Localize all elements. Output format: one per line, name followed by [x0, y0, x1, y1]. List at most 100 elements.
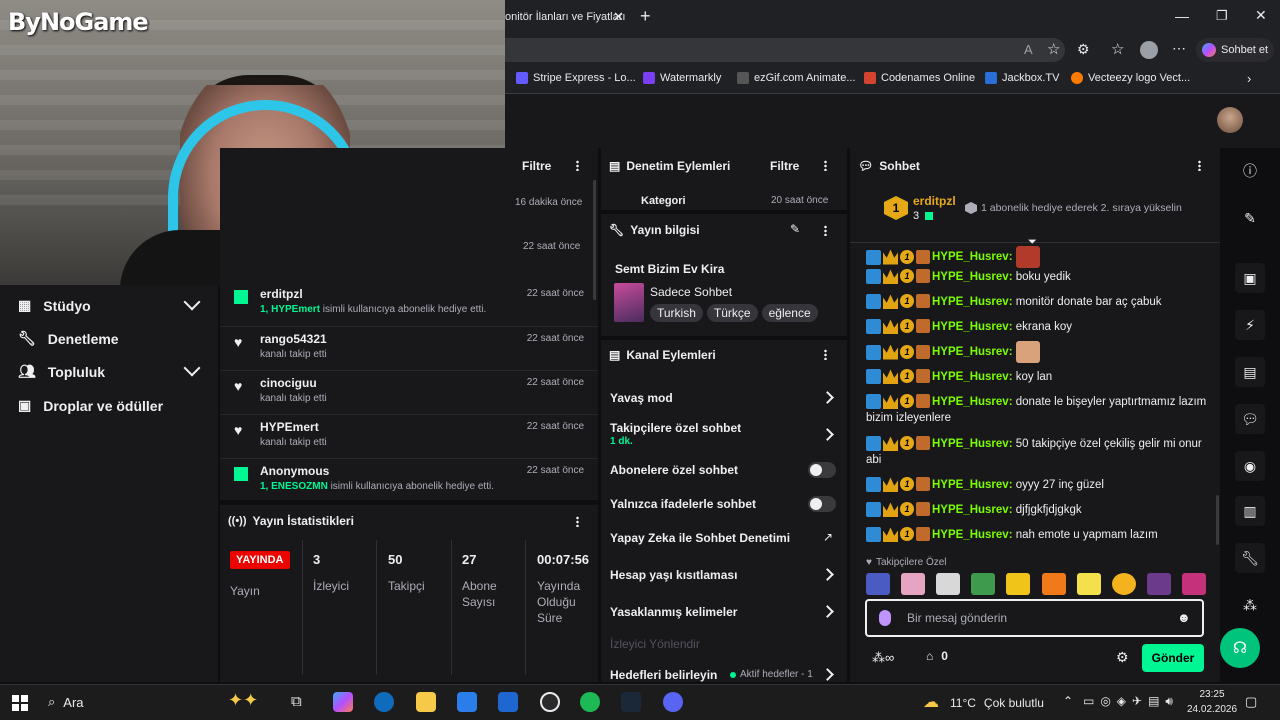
chat-message[interactable]: 1 HYPE_Husrev: monitör donate bar aç çabu…: [866, 294, 1216, 310]
chat-username[interactable]: HYPE_Husrev: [932, 438, 1009, 450]
activity-row[interactable]: ♥ cinociguu kanalı takip etti 22 saat ön…: [220, 370, 598, 414]
chat-message[interactable]: 1 HYPE_Husrev: oyyy 27 inç güzel: [866, 477, 1216, 493]
spotify-icon[interactable]: [580, 692, 600, 712]
emote[interactable]: [971, 573, 996, 595]
chat-message[interactable]: 1 HYPE_Husrev: nah emote u yapmam lazım: [866, 527, 1216, 543]
bookmarks-overflow-icon[interactable]: ›: [1247, 71, 1251, 86]
notifications-icon[interactable]: ▢: [1245, 694, 1257, 710]
browser-tab[interactable]: onitör İlanları ve Fiyatları: [505, 4, 630, 30]
ai-mod-row[interactable]: Yapay Zeka ile Sohbet Denetimi: [610, 531, 790, 545]
store-icon[interactable]: [457, 692, 477, 712]
activity-more-icon[interactable]: [576, 160, 579, 171]
tray-icons[interactable]: ▭◎◈✈▤🔊︎: [1083, 694, 1179, 709]
send-button[interactable]: Gönder: [1142, 644, 1204, 672]
close-window-icon[interactable]: ✕: [1255, 7, 1267, 24]
layout-icon[interactable]: ▥: [1235, 496, 1265, 526]
edit-pencil-icon[interactable]: ✎: [790, 222, 800, 236]
chat-message[interactable]: 1 HYPE_Husrev:: [866, 246, 1216, 268]
weather-widget[interactable]: 11°C Çok bulutlu: [950, 696, 1044, 710]
discord-icon[interactable]: [663, 692, 683, 712]
user-avatar[interactable]: [1217, 107, 1243, 133]
chat-username[interactable]: HYPE_Husrev: [932, 529, 1009, 541]
lightning-icon[interactable]: ⚡︎: [1235, 310, 1265, 340]
wrench-icon[interactable]: 🔧︎: [1235, 543, 1265, 573]
read-aloud-icon[interactable]: A: [1024, 42, 1033, 57]
copilot-app-icon[interactable]: [333, 692, 353, 712]
emote[interactable]: [866, 573, 890, 595]
external-link-icon[interactable]: ↗: [823, 530, 833, 544]
tray-overflow-icon[interactable]: ⌃: [1063, 694, 1073, 708]
nav-drops-rewards[interactable]: ▣ Droplar ve ödüller: [18, 397, 163, 414]
nav-studio[interactable]: ▦ Stüdyo: [18, 297, 91, 314]
activity-row[interactable]: Anonymous 1, ENESOZMN isimli kullanıcıya…: [220, 458, 598, 502]
bookmark-ezgif[interactable]: ezGif.com Animate...: [737, 72, 855, 84]
edge-icon[interactable]: [374, 692, 394, 712]
broadcast-icon[interactable]: ◉: [1235, 451, 1265, 481]
emote[interactable]: [1006, 573, 1031, 595]
clock-time[interactable]: 23:25: [1195, 689, 1229, 700]
chat-message[interactable]: 1 HYPE_Husrev: 50 takipçiye özel çekiliş …: [866, 436, 1216, 468]
chat-username[interactable]: HYPE_Husrev: [932, 251, 1009, 263]
chat-more-icon[interactable]: [1198, 160, 1201, 171]
activity-filter-button[interactable]: Filtre: [522, 159, 551, 173]
minimize-icon[interactable]: —: [1175, 8, 1189, 24]
info-icon[interactable]: ⓘ: [1235, 156, 1265, 186]
activity-scrollbar[interactable]: [593, 180, 596, 300]
emote[interactable]: [1041, 573, 1066, 595]
tag[interactable]: Türkçe: [706, 304, 758, 322]
chat-scrollbar[interactable]: [1216, 495, 1219, 545]
mod-more-icon[interactable]: [824, 160, 827, 171]
chat-message[interactable]: 1 HYPE_Husrev: koy lan: [866, 369, 1216, 385]
favorite-star-icon[interactable]: ☆: [1047, 40, 1060, 58]
chat-username[interactable]: HYPE_Husrev: [932, 396, 1009, 408]
account-age-row[interactable]: Hesap yaşı kısıtlaması: [610, 568, 737, 582]
bookmark-jackbox[interactable]: Jackbox.TV: [985, 72, 1059, 84]
emote[interactable]: [1076, 573, 1101, 595]
camera-icon[interactable]: ▣: [1235, 263, 1265, 293]
followers-only-row[interactable]: Takipçilere özel sohbet: [610, 421, 741, 435]
chat-username[interactable]: HYPE_Husrev: [932, 504, 1009, 516]
chat-username[interactable]: HYPE_Husrev: [932, 321, 1009, 333]
copilot-sparkle-icon[interactable]: ✦✦: [228, 690, 258, 711]
banned-words-row[interactable]: Yasaklanmış kelimeler: [610, 605, 737, 619]
tag[interactable]: Turkish: [650, 304, 703, 322]
chat-message[interactable]: 1 HYPE_Husrev: ekrana koy: [866, 319, 1216, 335]
emote[interactable]: [901, 573, 926, 595]
clock-date[interactable]: 24.02.2026: [1187, 704, 1237, 715]
goals-row[interactable]: Hedefleri belirleyin: [610, 668, 717, 682]
bookmark-watermarkly[interactable]: Watermarkly: [643, 72, 721, 84]
emote[interactable]: [1181, 573, 1206, 595]
windows-start-icon[interactable]: [12, 695, 28, 711]
activity-row[interactable]: ♥ HYPEmert kanalı takip etti 22 saat önc…: [220, 414, 598, 458]
new-tab-icon[interactable]: +: [640, 6, 651, 27]
tag[interactable]: eğlence: [761, 304, 818, 322]
activity-row[interactable]: ♥ rango54321 kanalı takip etti 22 saat ö…: [220, 326, 598, 370]
chat-message[interactable]: 1 HYPE_Husrev:: [866, 341, 1216, 363]
emote[interactable]: [936, 573, 961, 595]
chat-message[interactable]: 1 HYPE_Husrev: boku yedik: [866, 269, 1216, 285]
microphone-icon[interactable]: [879, 610, 891, 626]
category-boxart[interactable]: [614, 283, 644, 322]
chat-bubble-icon[interactable]: 💬︎: [1235, 404, 1265, 434]
chat-username[interactable]: HYPE_Husrev: [932, 271, 1009, 283]
task-view-icon[interactable]: ⧉: [291, 693, 302, 710]
tab-close-icon[interactable]: ✕: [613, 9, 624, 25]
stats-more-icon[interactable]: [576, 516, 579, 527]
extensions-icon[interactable]: ⚙: [1077, 41, 1090, 58]
taskbar-search[interactable]: ⌕ Ara: [48, 694, 84, 710]
bookmark-codenames[interactable]: Codenames Online: [864, 72, 975, 84]
slow-mode-row[interactable]: Yavaş mod: [610, 391, 673, 405]
chat-username[interactable]: HYPE_Husrev: [932, 371, 1009, 383]
support-headset-icon[interactable]: ☊: [1220, 628, 1260, 668]
gift-leader-name[interactable]: erditpzl: [913, 194, 956, 208]
url-field[interactable]: [505, 38, 1065, 62]
nav-moderation[interactable]: 🔧︎ Denetleme: [18, 330, 119, 347]
emote[interactable]: [1111, 573, 1136, 595]
chat-message[interactable]: 1 HYPE_Husrev: djfjgkfjdjgkgk: [866, 502, 1216, 518]
mod-filter-button[interactable]: Filtre: [770, 159, 799, 173]
chat-username[interactable]: HYPE_Husrev: [932, 479, 1009, 491]
subs-only-toggle[interactable]: [808, 462, 836, 478]
weather-icon[interactable]: ☁: [923, 692, 939, 712]
more-menu-icon[interactable]: ⋯: [1172, 40, 1186, 57]
profile-avatar[interactable]: [1140, 41, 1158, 59]
